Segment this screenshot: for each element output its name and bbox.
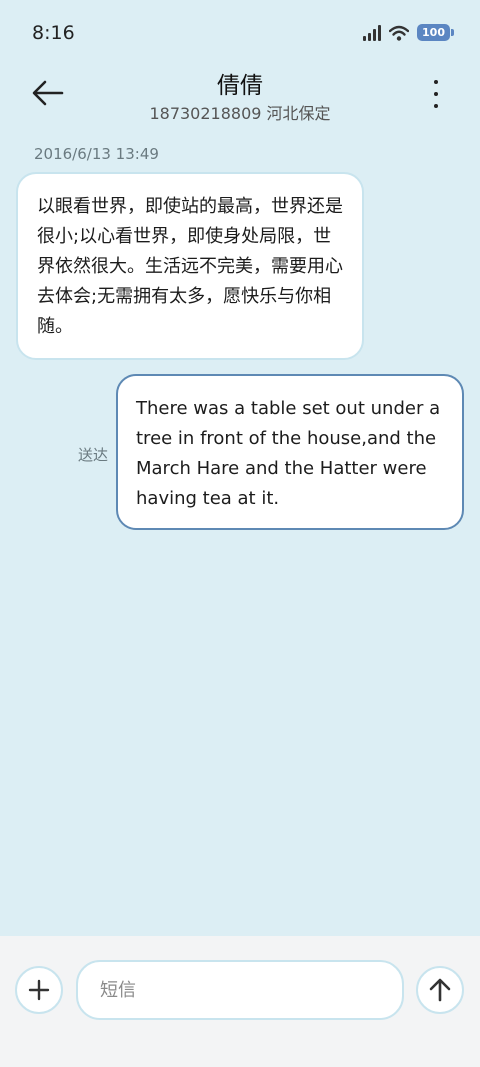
status-icons: 100 bbox=[363, 24, 454, 41]
more-options-button[interactable] bbox=[428, 78, 444, 110]
wifi-icon bbox=[389, 25, 410, 41]
battery-icon: 100 bbox=[417, 24, 454, 41]
plus-icon bbox=[28, 979, 50, 1001]
message-timestamp: 2016/6/13 13:49 bbox=[34, 145, 159, 163]
incoming-message-bubble[interactable]: 以眼看世界，即使站的最高，世界还是很小;以心看世界，即使身处局限，世界依然很大。… bbox=[16, 172, 364, 360]
message-input[interactable] bbox=[76, 960, 404, 1020]
contact-name: 倩倩 bbox=[217, 73, 263, 99]
more-vertical-icon bbox=[434, 80, 438, 84]
message-composer bbox=[0, 936, 480, 1067]
signal-icon bbox=[363, 24, 382, 41]
contact-detail: 18730218809 河北保定 bbox=[149, 104, 331, 123]
conversation-header: 倩倩 18730218809 河北保定 bbox=[0, 64, 480, 130]
status-bar: 8:16 100 bbox=[0, 0, 480, 64]
send-button[interactable] bbox=[416, 966, 464, 1014]
delivery-status: 送达 bbox=[78, 446, 109, 464]
status-time: 8:16 bbox=[32, 22, 75, 44]
arrow-up-icon bbox=[429, 978, 451, 1002]
add-attachment-button[interactable] bbox=[15, 966, 63, 1014]
outgoing-message-bubble[interactable]: There was a table set out under a tree i… bbox=[116, 374, 464, 530]
